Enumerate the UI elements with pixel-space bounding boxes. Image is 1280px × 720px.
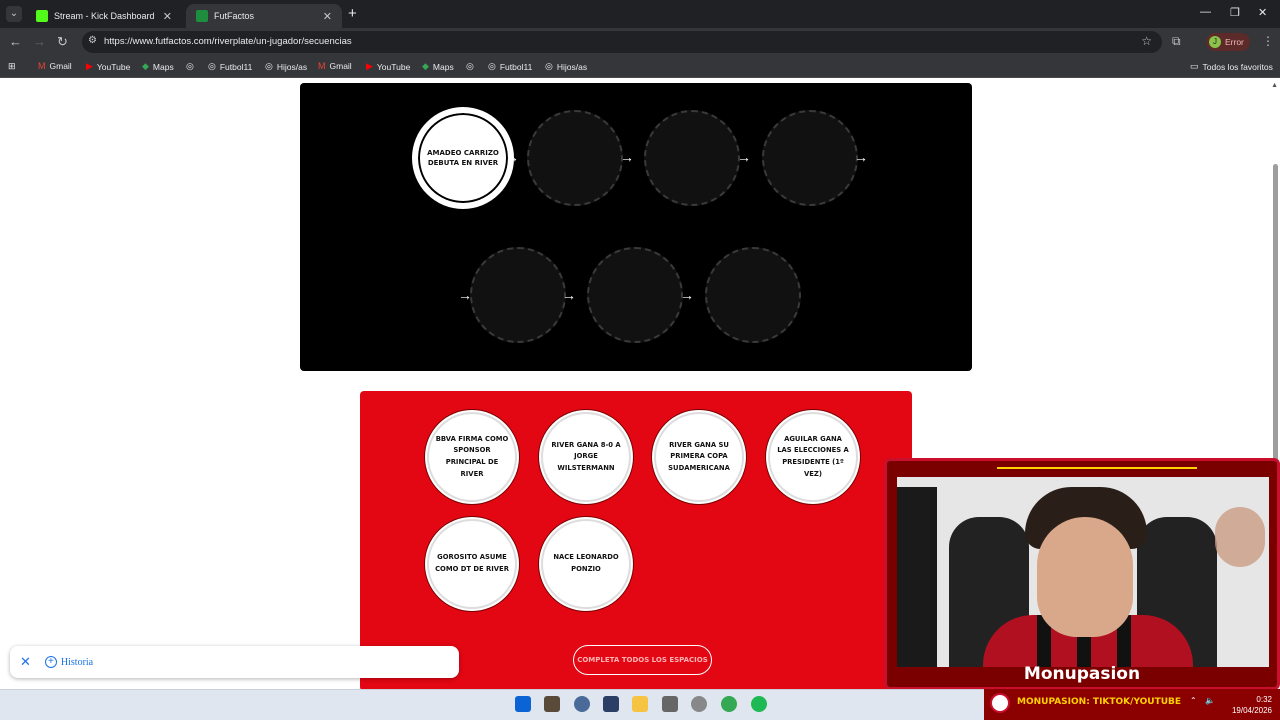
sequence-board: AMADEO CARRIZO DEBUTA EN RIVER → → → → →… <box>300 83 972 371</box>
bookmark-maps-2[interactable]: ◆ Maps <box>422 61 454 72</box>
bookmark-globe-2[interactable]: ◎ <box>466 61 478 72</box>
arrow-icon: → <box>737 149 751 165</box>
apps-icon[interactable]: ⊞ <box>8 61 20 72</box>
sequence-slot-2[interactable] <box>527 110 623 206</box>
spotify-icon[interactable] <box>751 696 767 712</box>
clock[interactable]: 0:32 19/04/2026 <box>1226 694 1272 716</box>
site-info-icon[interactable]: ⚙ <box>88 35 97 46</box>
bookmark-gmail-2[interactable]: M Gmail <box>318 61 352 71</box>
arrow-icon: → <box>505 149 519 165</box>
profile-status: Error <box>1225 37 1244 47</box>
tab-search-button[interactable]: ⌄ <box>6 6 22 22</box>
kick-icon <box>36 10 48 22</box>
url-text[interactable]: https://www.futfactos.com/riverplate/un-… <box>104 36 352 47</box>
tab-kick-dashboard[interactable]: Stream - Kick Dashboard ✕ <box>26 4 182 28</box>
tool-icon[interactable] <box>662 696 678 712</box>
app-icon[interactable] <box>603 696 619 712</box>
tab-title: FutFactos <box>214 11 255 21</box>
sequence-slot-3[interactable] <box>644 110 740 206</box>
history-bar: ✕ + Historia <box>10 646 459 678</box>
forward-icon[interactable]: → <box>33 34 46 49</box>
arrow-icon: → <box>562 287 576 303</box>
reload-icon[interactable]: ↻ <box>57 34 68 50</box>
sequence-slot-6[interactable] <box>587 247 683 343</box>
date: 19/04/2026 <box>1231 706 1272 715</box>
close-icon[interactable]: ✕ <box>20 654 31 670</box>
bookmark-star-icon[interactable]: ☆ <box>1141 34 1152 48</box>
sequence-slot-7[interactable] <box>705 247 801 343</box>
maximize-button[interactable]: ❐ <box>1230 6 1240 19</box>
complete-button[interactable]: COMPLETA TODOS LOS ESPACIOS <box>573 645 712 675</box>
arrow-icon: → <box>854 149 868 165</box>
sequence-slot-1[interactable]: AMADEO CARRIZO DEBUTA EN RIVER <box>415 110 511 206</box>
folder-icon[interactable] <box>632 696 648 712</box>
tray-chevron-icon[interactable]: ⌃ <box>1190 696 1197 705</box>
add-icon[interactable]: + <box>44 656 57 668</box>
volume-icon[interactable]: 🔈 <box>1205 696 1215 705</box>
river-logo-icon <box>990 693 1010 713</box>
avatar: J <box>1209 36 1221 48</box>
nav-bar: ← → ↻ ⚙ https://www.futfactos.com/riverp… <box>0 28 1280 56</box>
webcam-video <box>897 477 1269 667</box>
event-card[interactable]: GOROSITO ASUME COMO DT DE RIVER <box>427 519 517 609</box>
arrow-icon: → <box>620 149 634 165</box>
futfactos-icon <box>196 10 208 22</box>
profile-error-button[interactable]: J Error <box>1206 33 1250 51</box>
bookmarks-bar: ⊞ M Gmail ▶ YouTube ◆ Maps ◎ ◎ Futbol11 ◎ Hij… <box>0 56 1280 78</box>
time: 0:32 <box>1256 695 1272 704</box>
bookmark-futbol11[interactable]: ◎ Futbol11 <box>208 61 252 72</box>
arrow-icon: → <box>680 287 694 303</box>
start-icon[interactable] <box>515 696 531 712</box>
chrome-icon[interactable] <box>721 696 737 712</box>
back-icon[interactable]: ← <box>9 34 22 49</box>
bookmark-gmail[interactable]: M Gmail <box>38 61 72 71</box>
event-card[interactable]: RIVER GANA SU PRIMERA COPA SUDAMERICANA <box>654 412 744 502</box>
streamer-name: Monupasion <box>1023 664 1141 684</box>
sequence-slot-4[interactable] <box>762 110 858 206</box>
close-tab-icon[interactable]: ✕ <box>163 10 172 23</box>
tab-bar: ⌄ Stream - Kick Dashboard ✕ FutFactos ✕ … <box>0 0 1280 28</box>
streamer-hand <box>1215 507 1265 567</box>
event-card[interactable]: AGUILAR GANA LAS ELECCIONES A PRESIDENTE… <box>768 412 858 502</box>
chair-shape <box>897 487 937 667</box>
event-card[interactable]: RIVER GANA 8-0 A JORGE WILSTERMANN <box>541 412 631 502</box>
bookmark-hijos-2[interactable]: ◎ Hijos/as <box>545 61 587 72</box>
close-window-button[interactable]: ✕ <box>1258 6 1267 19</box>
all-bookmarks[interactable]: ▭ Todos los favoritos <box>1190 61 1273 72</box>
bookmark-youtube[interactable]: ▶ YouTube <box>86 61 130 72</box>
bookmark-hijos[interactable]: ◎ Hijos/as <box>265 61 307 72</box>
tab-title: Stream - Kick Dashboard <box>54 11 155 21</box>
new-tab-button[interactable]: + <box>348 5 357 22</box>
app-icon[interactable] <box>544 696 560 712</box>
menu-icon[interactable]: ⋮ <box>1262 34 1274 48</box>
bookmark-youtube-2[interactable]: ▶ YouTube <box>366 61 410 72</box>
extensions-icon[interactable]: ⧉ <box>1172 34 1181 49</box>
bookmark-maps[interactable]: ◆ Maps <box>142 61 174 72</box>
overlay-decoration <box>997 467 1197 473</box>
webcam-overlay: Monupasion <box>884 458 1280 690</box>
history-label[interactable]: Historia <box>61 657 93 668</box>
tab-futfactos[interactable]: FutFactos ✕ <box>186 4 342 28</box>
sequence-slot-5[interactable] <box>470 247 566 343</box>
event-card[interactable]: NACE LEONARDO PONZIO <box>541 519 631 609</box>
minimize-button[interactable]: — <box>1200 6 1211 18</box>
settings-icon[interactable] <box>574 696 590 712</box>
bookmark-globe[interactable]: ◎ <box>186 61 198 72</box>
streamer-face <box>1037 517 1133 637</box>
ticker-text: MONUPASION: TIKTOK/YOUTUBE <box>1017 697 1182 707</box>
sequence-event-label: AMADEO CARRIZO DEBUTA EN RIVER <box>427 148 499 168</box>
app-icon[interactable] <box>691 696 707 712</box>
close-tab-icon[interactable]: ✕ <box>323 10 332 23</box>
address-bar[interactable]: ⚙ https://www.futfactos.com/riverplate/u… <box>82 31 1162 53</box>
event-card[interactable]: BBVA FIRMA COMO SPONSOR PRINCIPAL DE RIV… <box>427 412 517 502</box>
bookmark-futbol11-2[interactable]: ◎ Futbol11 <box>488 61 532 72</box>
scroll-up-icon[interactable]: ▲ <box>1271 82 1278 89</box>
